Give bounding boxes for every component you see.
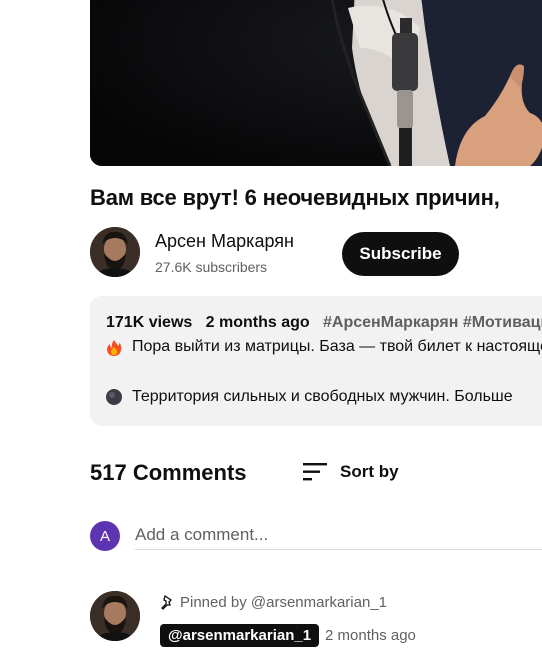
- black-circle-emoji-icon: [106, 389, 122, 405]
- pin-icon: [161, 594, 173, 610]
- user-avatar[interactable]: A: [90, 521, 120, 551]
- subscriber-count: 27.6K subscribers: [155, 259, 268, 275]
- video-player[interactable]: [90, 0, 542, 166]
- sort-icon: [303, 463, 327, 481]
- comments-header: 517 Comments Sort by: [90, 458, 542, 488]
- comment-input[interactable]: [135, 521, 542, 550]
- description-text-1: Пора выйти из матрицы. База — твой билет…: [132, 338, 542, 355]
- add-comment-row: A: [90, 519, 542, 553]
- comment-author-chip[interactable]: @arsenmarkarian_1: [160, 624, 320, 647]
- avatar-image: [90, 227, 140, 277]
- sort-by-button[interactable]: Sort by: [302, 458, 399, 486]
- description-box[interactable]: 171K views 2 months ago #АрсенМаркарян #…: [90, 296, 542, 426]
- description-line: Пора выйти из матрицы. База — твой билет…: [106, 338, 542, 356]
- description-line: Территория сильных и свободных мужчин. Б…: [106, 388, 513, 406]
- video-title: Вам все врут! 6 неочевидных причин,: [90, 185, 500, 210]
- avatar-image: [90, 591, 140, 641]
- pinned-comment: Pinned by @arsenmarkarian_1 @arsenmarkar…: [90, 590, 542, 650]
- comments-count: 517 Comments: [90, 460, 247, 485]
- sort-by-label: Sort by: [340, 462, 399, 481]
- fire-emoji-icon: [106, 339, 122, 356]
- upload-age: 2 months ago: [205, 314, 310, 331]
- description-text-2: Территория сильных и свободных мужчин. Б…: [132, 388, 513, 405]
- pinned-by-text: Pinned by @arsenmarkarian_1: [180, 594, 388, 611]
- pinned-label: Pinned by @arsenmarkarian_1: [160, 594, 387, 611]
- subscribe-button[interactable]: Subscribe: [342, 232, 459, 276]
- channel-row: Арсен Маркарян 27.6K subscribers Subscri…: [90, 227, 542, 279]
- view-count: 171K views: [106, 314, 193, 331]
- channel-name[interactable]: Арсен Маркарян: [155, 231, 294, 252]
- video-frame-image: [90, 0, 542, 166]
- description-meta: 171K views 2 months ago #АрсенМаркарян #…: [106, 314, 542, 332]
- hashtags[interactable]: #АрсенМаркарян #Мотивация: [323, 314, 542, 331]
- comment-timestamp[interactable]: 2 months ago: [325, 627, 416, 644]
- channel-avatar[interactable]: [90, 227, 140, 277]
- commenter-avatar[interactable]: [90, 591, 140, 641]
